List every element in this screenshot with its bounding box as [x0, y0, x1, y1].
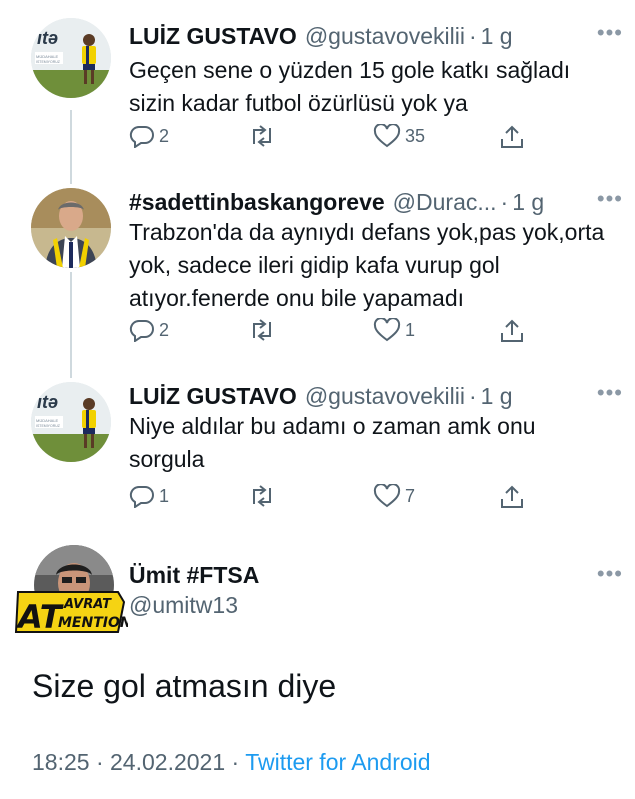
author-name[interactable]: LUİZ GUSTAVO — [129, 23, 297, 50]
at-badge-icon: AT AVRAT MENTION — [14, 591, 128, 634]
retweet-icon — [253, 319, 271, 341]
share-icon — [501, 319, 523, 342]
retweet-button[interactable] — [247, 484, 281, 508]
more-icon[interactable]: ••• — [597, 563, 623, 585]
share-button[interactable] — [499, 484, 525, 510]
reply-icon — [129, 485, 154, 508]
tweet-date[interactable]: 24.02.2021 — [110, 749, 225, 775]
tweet-actions: 2 35 — [129, 124, 529, 154]
avatar[interactable]: ıtə MÜDAHALE ISTEMIYORUZ — [31, 382, 111, 462]
tweet-source-link[interactable]: Twitter for Android — [245, 749, 430, 775]
more-icon[interactable]: ••• — [597, 22, 623, 44]
separator: · — [500, 188, 509, 215]
like-count: 35 — [405, 125, 426, 146]
thread-line — [70, 110, 72, 184]
retweet-button[interactable] — [247, 318, 281, 342]
reply-count: 2 — [159, 319, 170, 340]
timestamp[interactable]: 1 g — [481, 383, 513, 410]
tweet-text: Size gol atmasın diye — [32, 668, 337, 704]
retweet-button[interactable] — [247, 124, 281, 148]
share-button[interactable] — [499, 318, 525, 344]
like-button[interactable]: 7 — [373, 484, 415, 508]
svg-text:MÜDAHALE: MÜDAHALE — [36, 418, 59, 423]
author-handle[interactable]: @Durac... — [393, 189, 497, 216]
reply-button[interactable]: 2 — [129, 124, 169, 148]
retweet-icon — [253, 125, 271, 147]
reply-icon — [129, 125, 154, 148]
author-name[interactable]: #sadettinbaskangoreve — [129, 189, 385, 216]
like-icon — [373, 484, 401, 508]
retweet-icon — [253, 485, 271, 507]
tweet-text: Niye aldılar bu adamı o zaman amk onu so… — [129, 413, 536, 472]
badge-word1: AVRAT — [63, 597, 112, 612]
like-count: 1 — [405, 319, 416, 340]
avatar[interactable]: ıtə MÜDAHALE ISTEMIYORUZ — [31, 18, 111, 98]
tweet-meta: 18:25 · 24.02.2021 · Twitter for Android — [32, 749, 431, 776]
share-icon — [501, 485, 523, 508]
tweet-actions: 2 1 — [129, 318, 529, 348]
more-icon[interactable]: ••• — [597, 382, 623, 404]
avatar[interactable] — [31, 188, 111, 268]
like-button[interactable]: 35 — [373, 124, 425, 148]
reply-count: 2 — [159, 125, 170, 146]
author-name[interactable]: LUİZ GUSTAVO — [129, 383, 297, 410]
tweet-text: Trabzon'da da aynıydı defans yok,pas yok… — [129, 219, 605, 311]
like-count: 7 — [405, 485, 416, 506]
reply-button[interactable]: 1 — [129, 484, 169, 508]
like-button[interactable]: 1 — [373, 318, 415, 342]
svg-text:ISTEMIYORUZ: ISTEMIYORUZ — [36, 60, 61, 64]
tweet-actions: 1 7 — [129, 484, 529, 514]
svg-text:MÜDAHALE: MÜDAHALE — [36, 54, 59, 59]
tweet-header: #sadettinbaskangoreve @Durac... · 1 g — [129, 184, 615, 220]
svg-text:ISTEMIYORUZ: ISTEMIYORUZ — [36, 424, 61, 428]
reply-icon — [129, 319, 154, 342]
tweet-text: Geçen sene o yüzden 15 gole katkı sağlad… — [129, 57, 571, 116]
separator: · — [231, 749, 240, 775]
separator: · — [468, 382, 477, 409]
badge-word2: MENTION — [58, 615, 128, 631]
author-handle[interactable]: @gustavovekilii — [305, 23, 465, 50]
reply-count: 1 — [159, 485, 170, 506]
svg-text:ıtə: ıtə — [37, 28, 58, 48]
author-handle[interactable]: @umitw13 — [129, 592, 238, 619]
thread-line — [70, 272, 72, 378]
like-icon — [373, 318, 401, 342]
separator: · — [468, 22, 477, 49]
share-button[interactable] — [499, 124, 525, 150]
timestamp[interactable]: 1 g — [512, 189, 544, 216]
timestamp[interactable]: 1 g — [481, 23, 513, 50]
reply-button[interactable]: 2 — [129, 318, 169, 342]
tweet-time[interactable]: 18:25 — [32, 749, 90, 775]
badge-at: AT — [15, 598, 64, 634]
like-icon — [373, 124, 401, 148]
share-icon — [501, 125, 523, 148]
author-name[interactable]: Ümit #FTSA — [129, 562, 259, 589]
separator: · — [95, 749, 104, 775]
tweet-header: LUİZ GUSTAVO @gustavovekilii · 1 g — [129, 18, 615, 54]
tweet-header: LUİZ GUSTAVO @gustavovekilii · 1 g — [129, 378, 615, 414]
svg-text:ıtə: ıtə — [37, 392, 58, 412]
author-handle[interactable]: @gustavovekilii — [305, 383, 465, 410]
more-icon[interactable]: ••• — [597, 188, 623, 210]
